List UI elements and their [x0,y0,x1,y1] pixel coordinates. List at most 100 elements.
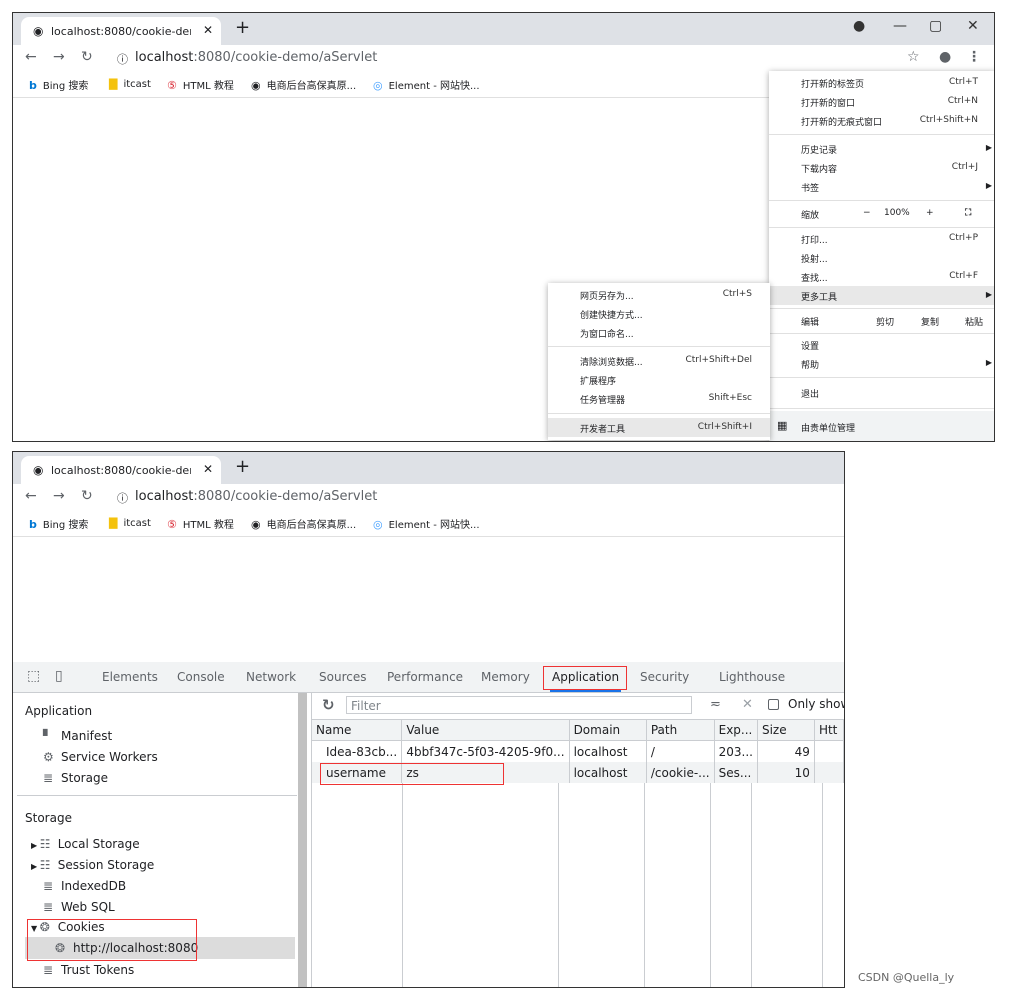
sidebar-scrollbar[interactable] [298,693,307,987]
menu-extensions[interactable]: 扩展程序 [548,370,770,389]
menu-downloads[interactable]: 下载内容 Ctrl+J [769,158,994,177]
cookies-view: ↻ Filter ≂ ✕ Only show Name Value Domain… [311,693,844,987]
menu-divider [769,408,994,409]
col-httponly[interactable]: Htt [814,720,844,741]
browser-tab[interactable]: ◉ localhost:8080/cookie-demo/a ✕ [21,456,221,484]
col-domain[interactable]: Domain [569,720,647,741]
star-icon[interactable]: ☆ [907,49,920,65]
device-toolbar-icon[interactable]: ▯ [55,668,63,684]
col-value[interactable]: Value [401,720,570,741]
copy-button[interactable]: 复制 [921,315,939,328]
profile-dot-icon[interactable]: ● [853,18,865,34]
tab-console[interactable]: Console [177,670,225,684]
address-bar[interactable]: localhost:8080/cookie-demo/aServlet [135,489,377,504]
sidebar-item-local-storage[interactable]: ▶ ☷ Local Storage [31,837,140,851]
only-show-checkbox[interactable] [768,699,779,710]
menu-incognito[interactable]: 打开新的无痕式窗口 Ctrl+Shift+N [769,111,994,130]
sidebar-item-trust-tokens[interactable]: ≣ Trust Tokens [43,963,134,977]
new-tab-icon[interactable]: + [235,17,250,38]
menu-clear-data[interactable]: 清除浏览数据... Ctrl+Shift+Del [548,351,770,370]
zoom-in-button[interactable]: + [926,208,934,218]
bookmark-html[interactable]: ⑤ HTML 教程 [167,516,234,531]
col-expires[interactable]: Exp... [714,720,758,741]
bookmark-element[interactable]: ◎ Element - 网站快... [373,77,480,92]
menu-cast[interactable]: 投射... [769,248,994,267]
inspect-element-icon[interactable]: ⬚ [27,668,40,684]
bookmark-itcast[interactable]: ▇ itcast [109,77,151,90]
bookmark-ecommerce[interactable]: ◉ 电商后台高保真原... [251,77,356,92]
menu-kebab-icon[interactable]: ⋮ [967,49,981,65]
menu-save-as[interactable]: 网页另存为... Ctrl+S [548,285,770,304]
back-icon[interactable]: ← [25,49,37,65]
menu-managed[interactable]: ▦ 由贵单位管理 [769,411,994,441]
col-name[interactable]: Name [312,720,403,741]
menu-create-shortcut[interactable]: 创建快捷方式... [548,304,770,323]
site-info-icon[interactable]: ⓘ [117,51,128,67]
menu-new-window[interactable]: 打开新的窗口 Ctrl+N [769,92,994,111]
menu-find[interactable]: 查找... Ctrl+F [769,267,994,286]
menu-name-window[interactable]: 为窗口命名... [548,323,770,342]
tab-performance[interactable]: Performance [387,670,463,684]
cut-button[interactable]: 剪切 [876,315,894,328]
bookmark-bing[interactable]: b Bing 搜索 [29,516,88,531]
zoom-out-button[interactable]: − [863,208,871,218]
reload-icon[interactable]: ↻ [81,488,93,504]
tab-security[interactable]: Security [640,670,689,684]
bookmark-ecommerce[interactable]: ◉ 电商后台高保真原... [251,516,356,531]
menu-exit[interactable]: 退出 [769,383,994,402]
menu-task-manager[interactable]: 任务管理器 Shift+Esc [548,389,770,408]
menu-bookmarks[interactable]: 书签 ▶ [769,177,994,196]
close-window-icon[interactable]: ✕ [967,18,979,34]
tab-elements[interactable]: Elements [102,670,158,684]
menu-help[interactable]: 帮助 ▶ [769,354,994,373]
table-row[interactable]: Idea-83cb... 4bbf347c-5f03-4205-9f0... l… [312,740,844,762]
tab-lighthouse[interactable]: Lighthouse [719,670,785,684]
tab-network[interactable]: Network [246,670,296,684]
site-info-icon[interactable]: ⓘ [117,490,128,506]
clear-filtered-icon[interactable]: ≂ [710,697,721,712]
bookmark-element[interactable]: ◎ Element - 网站快... [373,516,480,531]
forward-icon[interactable]: → [53,488,65,504]
tab-memory[interactable]: Memory [481,670,530,684]
sidebar-item-storage[interactable]: ≣ Storage [43,771,108,785]
sidebar-item-service-workers[interactable]: ⚙ Service Workers [43,750,158,764]
expand-arrow-icon[interactable]: ▶ [31,841,40,850]
sidebar-item-indexeddb[interactable]: ≣ IndexedDB [43,879,126,893]
reload-icon[interactable]: ↻ [81,49,93,65]
menu-new-tab[interactable]: 打开新的标签页 Ctrl+T [769,73,994,92]
new-tab-icon[interactable]: + [235,456,250,477]
sidebar-item-session-storage[interactable]: ▶ ☷ Session Storage [31,858,154,872]
filter-input[interactable]: Filter [346,696,692,714]
close-tab-icon[interactable]: ✕ [203,23,213,37]
avatar-icon[interactable]: ● [939,49,951,65]
menu-print[interactable]: 打印... Ctrl+P [769,229,994,248]
expand-arrow-icon[interactable]: ▶ [31,862,40,871]
forward-icon[interactable]: → [53,49,65,65]
sidebar-item-websql[interactable]: ≣ Web SQL [43,900,115,914]
menu-devtools[interactable]: 开发者工具 Ctrl+Shift+I [548,418,770,437]
col-size[interactable]: Size [757,720,815,741]
minimize-icon[interactable]: — [893,18,907,34]
menu-history[interactable]: 历史记录 ▶ [769,139,994,158]
folder-icon: ▇ [109,77,118,90]
delete-selected-icon[interactable]: ✕ [742,697,753,712]
menu-settings[interactable]: 设置 [769,335,994,354]
col-path[interactable]: Path [646,720,715,741]
menu-more-tools[interactable]: 更多工具 ▶ [769,286,994,305]
close-tab-icon[interactable]: ✕ [203,462,213,476]
bookmark-html[interactable]: ⑤ HTML 教程 [167,77,234,92]
globe-icon: ◉ [33,24,44,38]
cell-expires: Ses... [714,762,758,783]
refresh-icon[interactable]: ↻ [322,696,335,714]
tab-sources[interactable]: Sources [319,670,366,684]
paste-button[interactable]: 粘贴 [965,315,983,328]
browser-tab[interactable]: ◉ localhost:8080/cookie-demo/a ✕ [21,17,221,45]
sidebar-item-manifest[interactable]: ▘ Manifest [43,729,112,743]
back-icon[interactable]: ← [25,488,37,504]
menu-divider [769,200,994,201]
bookmark-itcast[interactable]: ▇ itcast [109,516,151,529]
fullscreen-icon[interactable]: ⛶ [965,208,971,218]
address-bar[interactable]: localhost:8080/cookie-demo/aServlet [135,50,377,65]
bookmark-bing[interactable]: b Bing 搜索 [29,77,88,92]
maximize-icon[interactable]: ▢ [929,18,942,34]
